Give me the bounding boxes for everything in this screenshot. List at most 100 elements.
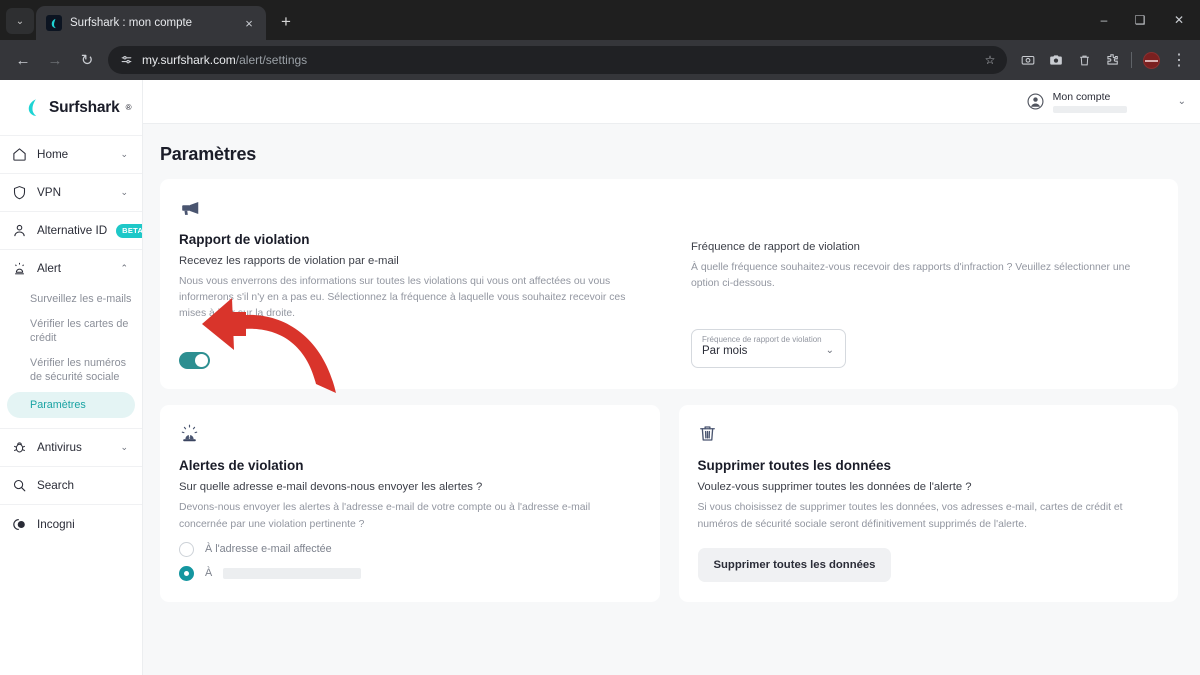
incogni-icon	[11, 516, 28, 533]
megaphone-icon	[179, 197, 653, 221]
breach-report-title: Rapport de violation	[179, 232, 310, 247]
delete-data-card: Supprimer toutes les données Voulez-vous…	[678, 405, 1178, 602]
radio-option-affected-email[interactable]: À l'adresse e-mail affectée	[179, 541, 641, 557]
content-area: Paramètres Rapport de violation Recevez …	[143, 124, 1200, 675]
breach-alerts-card: Alertes de violation Sur quelle adresse …	[160, 405, 660, 602]
toolbar-divider	[1131, 52, 1132, 68]
restore-icon[interactable]: ❑	[1122, 0, 1158, 40]
email-redacted	[223, 567, 362, 579]
delete-data-description: Si vous choisissez de supprimer toutes l…	[697, 502, 1123, 530]
trash-icon[interactable]	[1071, 47, 1097, 73]
account-name: Mon compte	[1052, 90, 1111, 103]
frequency-select-label: Fréquence de rapport de violation	[702, 335, 822, 345]
page-title: Paramètres	[160, 144, 257, 164]
sidebar-label-alternative-id: Alternative ID	[37, 224, 108, 237]
address-bar[interactable]: my.surfshark.com/alert/settings ☆	[108, 46, 1007, 74]
home-icon	[11, 147, 28, 162]
top-bar: Mon compte ⌄	[143, 80, 1200, 124]
back-icon[interactable]: ←	[8, 45, 38, 75]
url-text: my.surfshark.com/alert/settings	[142, 53, 307, 67]
breach-report-card: Rapport de violation Recevez les rapport…	[160, 179, 1178, 390]
url-host: my.surfshark.com	[142, 53, 236, 67]
sidebar-item-incogni[interactable]: Incogni	[0, 504, 142, 544]
tab-search-button[interactable]: ⌄	[6, 8, 34, 34]
frequency-description: À quelle fréquence souhaitez-vous recevo…	[691, 262, 1131, 290]
account-circle-icon	[1027, 93, 1044, 110]
radio-label: À l'adresse e-mail affectée	[205, 543, 332, 556]
main-area: Mon compte ⌄ Paramètres Rapport de viola…	[143, 80, 1200, 675]
chevron-up-icon[interactable]: ⌃	[120, 263, 128, 274]
sidebar-label-alert: Alert	[37, 262, 62, 275]
reload-icon[interactable]: ↻	[72, 45, 102, 75]
radio-button[interactable]	[179, 541, 194, 557]
person-icon	[11, 223, 28, 238]
minimize-icon[interactable]: –	[1086, 0, 1122, 40]
sidebar: Surfshark ® Home ⌄ VPN ⌄ Alternative ID …	[0, 80, 143, 675]
sidebar-label-search: Search	[37, 479, 75, 493]
sidebar-label-home: Home	[37, 148, 69, 161]
delete-all-data-button[interactable]: Supprimer toutes les données	[697, 547, 892, 582]
sidebar-item-alert[interactable]: Alert ⌃ Surveillez les e-mails Vérifier …	[0, 249, 142, 428]
sidebar-item-alternative-id[interactable]: Alternative ID BETA	[0, 211, 142, 249]
profile-avatar[interactable]	[1138, 47, 1164, 73]
bottom-cards-row: Alertes de violation Sur quelle adresse …	[160, 405, 1178, 602]
sidebar-item-home[interactable]: Home ⌄	[0, 135, 142, 173]
breach-report-subtitle: Recevez les rapports de violation par e-…	[179, 255, 399, 267]
window-controls: – ❑ ✕	[1086, 0, 1200, 40]
chevron-down-icon[interactable]: ⌄	[826, 345, 834, 356]
brand-name: Surfshark	[49, 98, 120, 116]
sidebar-subitem-parametres[interactable]: Paramètres	[7, 391, 135, 419]
siren-icon	[179, 423, 641, 447]
new-tab-button[interactable]: +	[272, 8, 300, 36]
registered-mark: ®	[125, 103, 132, 112]
sidebar-label-antivirus: Antivirus	[37, 441, 82, 455]
frequency-select[interactable]: Fréquence de rapport de violation Par mo…	[691, 329, 846, 369]
close-window-icon[interactable]: ✕	[1158, 0, 1200, 40]
chevron-down-icon[interactable]: ⌄	[120, 187, 128, 198]
sidebar-item-vpn[interactable]: VPN ⌄	[0, 173, 142, 211]
close-icon[interactable]: ×	[240, 16, 258, 31]
surfshark-brand[interactable]: Surfshark ®	[0, 94, 142, 135]
trash-icon	[698, 423, 1160, 447]
shield-icon	[11, 185, 28, 200]
chevron-down-icon[interactable]: ⌄	[120, 149, 128, 160]
extensions-puzzle-icon[interactable]	[1099, 47, 1125, 73]
sidebar-subitem-credit-cards[interactable]: Vérifier les cartes de crédit	[0, 312, 142, 351]
browser-toolbar: ← → ↻ my.surfshark.com/alert/settings ☆	[0, 40, 1200, 80]
browser-window: ⌄ Surfshark : mon compte × + – ❑ ✕ ← → ↻	[0, 0, 1200, 675]
screencast-icon[interactable]	[1015, 47, 1041, 73]
sidebar-label-vpn: VPN	[37, 186, 62, 199]
camera-icon[interactable]	[1043, 47, 1069, 73]
sidebar-subitem-social-security[interactable]: Vérifier les numéros de sécurité sociale	[0, 351, 142, 390]
bug-icon	[11, 440, 28, 455]
breach-report-toggle[interactable]	[179, 352, 210, 370]
sidebar-item-antivirus[interactable]: Antivirus ⌄	[0, 428, 142, 466]
account-menu[interactable]: Mon compte ⌄	[1027, 91, 1186, 113]
sidebar-item-search[interactable]: Search	[0, 466, 142, 504]
url-path: /alert/settings	[235, 53, 308, 67]
breach-alerts-description: Devons-nous envoyer les alertes à l'adre…	[179, 502, 591, 530]
radio-button-selected[interactable]	[179, 565, 194, 581]
siren-icon	[11, 261, 28, 276]
frequency-title: Fréquence de rapport de violation	[691, 241, 860, 253]
chevron-down-icon[interactable]: ⌄	[120, 442, 128, 453]
surfshark-logo-icon	[46, 15, 62, 31]
frequency-select-value: Par mois	[702, 345, 748, 358]
browser-tab[interactable]: Surfshark : mon compte ×	[36, 6, 266, 40]
breach-report-description: Nous vous enverrons des informations sur…	[179, 276, 626, 320]
forward-icon[interactable]: →	[40, 45, 70, 75]
delete-data-subtitle: Voulez-vous supprimer toutes les données…	[697, 481, 972, 494]
account-email-redacted	[1052, 105, 1127, 113]
bookmark-star-icon[interactable]: ☆	[979, 49, 1001, 71]
sidebar-subitem-monitor-emails[interactable]: Surveillez les e-mails	[0, 287, 142, 312]
alert-subnav: Surveillez les e-mails Vérifier les cart…	[0, 287, 142, 428]
chevron-down-icon[interactable]: ⌄	[1178, 96, 1186, 107]
radio-option-account-email[interactable]: À	[179, 565, 641, 581]
beta-badge: BETA	[116, 223, 142, 238]
web-page: Surfshark ® Home ⌄ VPN ⌄ Alternative ID …	[0, 80, 1200, 675]
surfshark-logo-icon	[24, 98, 43, 117]
tab-title: Surfshark : mon compte	[70, 17, 193, 29]
browser-menu-icon[interactable]: ⋮	[1166, 47, 1192, 73]
radio-label: À	[205, 567, 213, 580]
tune-icon[interactable]	[120, 54, 133, 67]
